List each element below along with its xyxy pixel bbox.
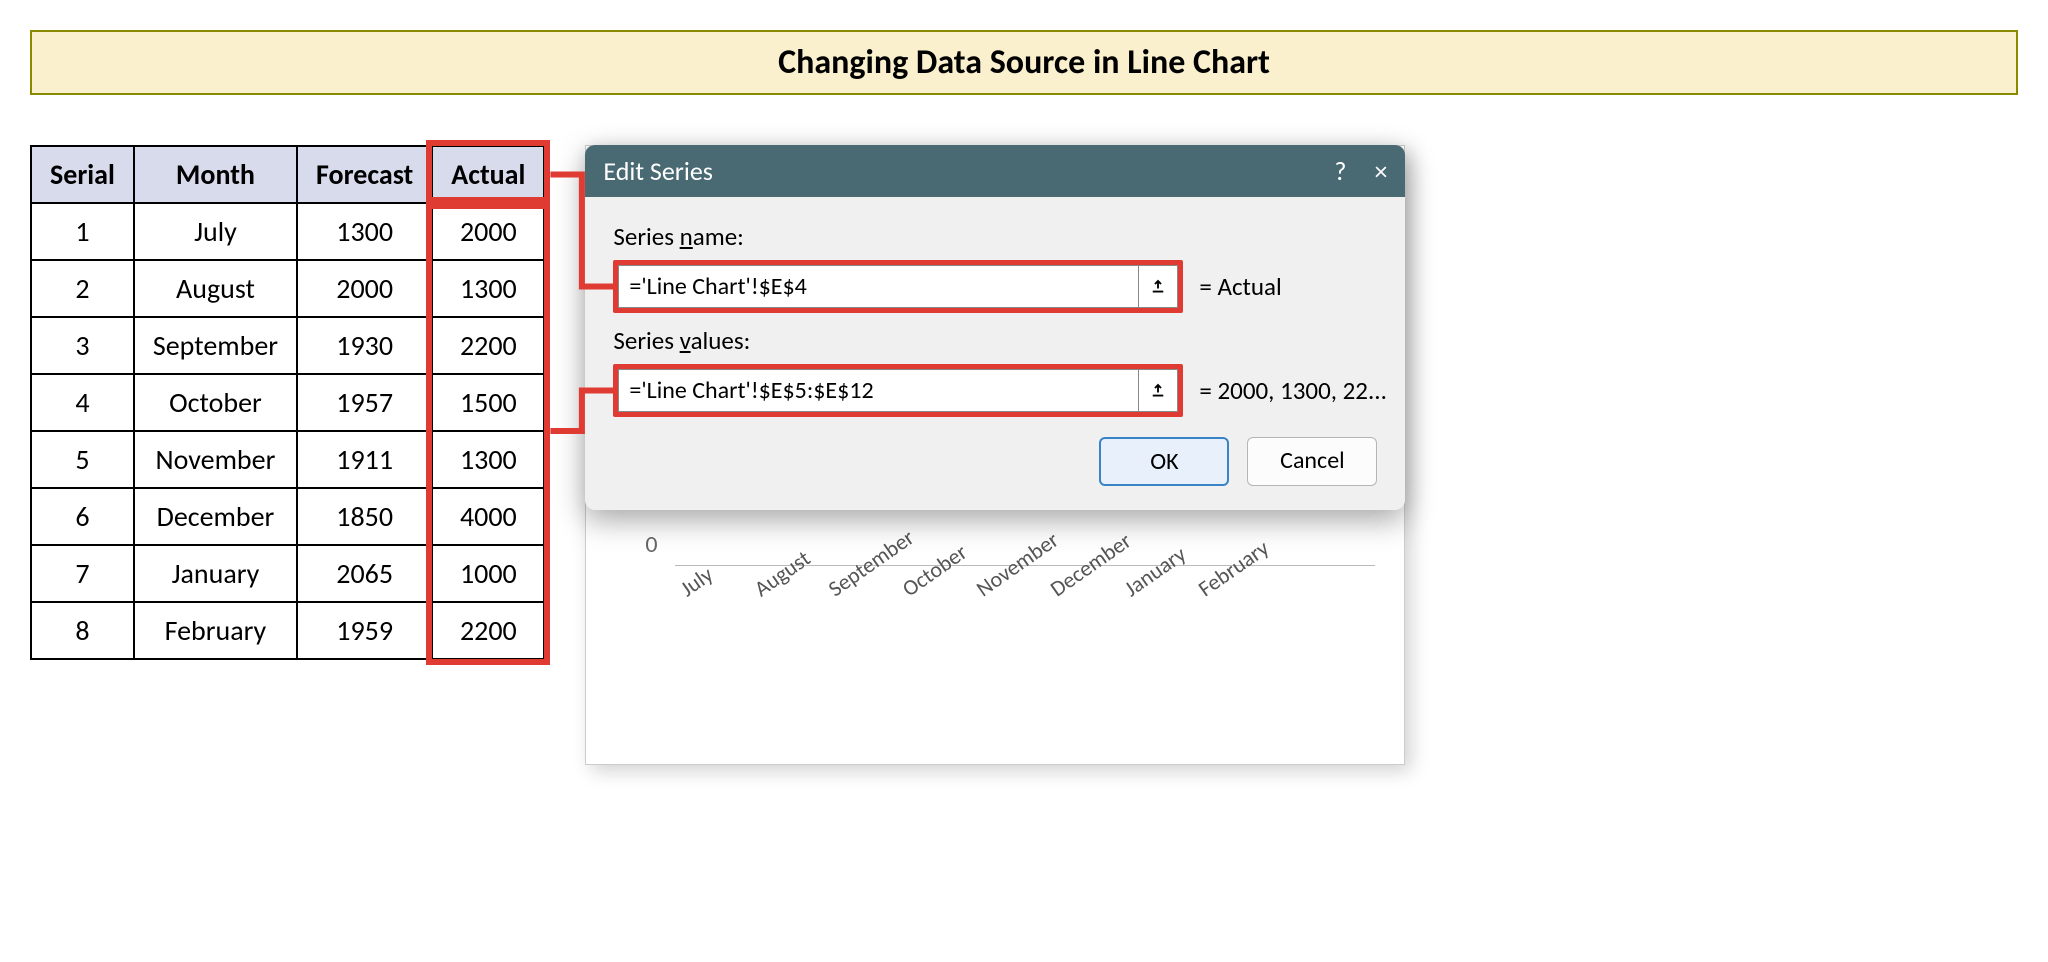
cell-serial[interactable]: 7 bbox=[31, 545, 134, 602]
table-row: 4October19571500 bbox=[31, 374, 544, 431]
cell-forecast[interactable]: 1911 bbox=[297, 431, 432, 488]
table-row: 2August20001300 bbox=[31, 260, 544, 317]
main-layout: Serial Month Forecast Actual 1July130020… bbox=[30, 145, 2018, 660]
cell-serial[interactable]: 3 bbox=[31, 317, 134, 374]
cell-month[interactable]: November bbox=[134, 431, 297, 488]
table-row: 6December18504000 bbox=[31, 488, 544, 545]
cell-actual[interactable]: 2200 bbox=[432, 317, 544, 374]
cell-month[interactable]: December bbox=[134, 488, 297, 545]
chart-x-axis: 0 JulyAugustSeptemberOctoberNovemberDece… bbox=[585, 510, 1405, 637]
dialog-titlebar[interactable]: Edit Series ? × bbox=[585, 145, 1405, 197]
cell-serial[interactable]: 5 bbox=[31, 431, 134, 488]
axis-category-labels: JulyAugustSeptemberOctoberNovemberDecemb… bbox=[675, 580, 1375, 607]
cell-forecast[interactable]: 1957 bbox=[297, 374, 432, 431]
cell-month[interactable]: January bbox=[134, 545, 297, 602]
series-name-input[interactable] bbox=[618, 265, 1138, 308]
cell-forecast[interactable]: 1850 bbox=[297, 488, 432, 545]
series-name-label: Series name: bbox=[613, 221, 1377, 252]
axis-label: December bbox=[1045, 552, 1100, 602]
cancel-button[interactable]: Cancel bbox=[1247, 437, 1377, 486]
cell-serial[interactable]: 4 bbox=[31, 374, 134, 431]
series-values-input[interactable] bbox=[618, 369, 1138, 412]
cell-forecast[interactable]: 1959 bbox=[297, 602, 432, 659]
dialog-body: Series name: = Actual Series values bbox=[585, 197, 1405, 510]
dialog-actions: OK Cancel bbox=[613, 437, 1377, 486]
series-values-label: Series values: bbox=[613, 325, 1377, 356]
ok-button[interactable]: OK bbox=[1099, 437, 1229, 486]
data-table-wrap: Serial Month Forecast Actual 1July130020… bbox=[30, 145, 545, 660]
cell-forecast[interactable]: 1930 bbox=[297, 317, 432, 374]
series-name-preview: = Actual bbox=[1199, 271, 1281, 302]
axis-label: January bbox=[1119, 552, 1174, 602]
table-row: 8February19592200 bbox=[31, 602, 544, 659]
range-picker-icon bbox=[1149, 382, 1167, 400]
table-header-row: Serial Month Forecast Actual bbox=[31, 146, 544, 203]
range-picker-icon bbox=[1149, 278, 1167, 296]
series-values-preview: = 2000, 1300, 22... bbox=[1199, 375, 1387, 406]
cell-forecast[interactable]: 2000 bbox=[297, 260, 432, 317]
cell-serial[interactable]: 1 bbox=[31, 203, 134, 260]
series-name-input-wrap bbox=[613, 260, 1183, 313]
cell-actual[interactable]: 2000 bbox=[432, 203, 544, 260]
table-row: 5November19111300 bbox=[31, 431, 544, 488]
cell-month[interactable]: February bbox=[134, 602, 297, 659]
col-actual: Actual bbox=[432, 146, 544, 203]
cell-forecast[interactable]: 2065 bbox=[297, 545, 432, 602]
series-values-row: = 2000, 1300, 22... bbox=[613, 364, 1377, 417]
axis-label: September bbox=[823, 552, 878, 602]
edit-series-dialog: Edit Series ? × Series name: bbox=[585, 145, 1405, 510]
collapse-dialog-button[interactable] bbox=[1138, 369, 1178, 412]
cell-actual[interactable]: 1300 bbox=[432, 260, 544, 317]
cell-month[interactable]: October bbox=[134, 374, 297, 431]
cell-forecast[interactable]: 1300 bbox=[297, 203, 432, 260]
dialog-title: Edit Series bbox=[603, 155, 713, 187]
cell-serial[interactable]: 6 bbox=[31, 488, 134, 545]
col-month: Month bbox=[134, 146, 297, 203]
cell-month[interactable]: September bbox=[134, 317, 297, 374]
table-row: 1July13002000 bbox=[31, 203, 544, 260]
data-table: Serial Month Forecast Actual 1July130020… bbox=[30, 145, 545, 660]
cell-actual[interactable]: 2200 bbox=[432, 602, 544, 659]
cell-serial[interactable]: 8 bbox=[31, 602, 134, 659]
cell-actual[interactable]: 1300 bbox=[432, 431, 544, 488]
table-row: 7January20651000 bbox=[31, 545, 544, 602]
series-name-row: = Actual bbox=[613, 260, 1377, 313]
col-forecast: Forecast bbox=[297, 146, 432, 203]
axis-label: August bbox=[749, 552, 804, 602]
cell-actual[interactable]: 1000 bbox=[432, 545, 544, 602]
page-title: Changing Data Source in Line Chart bbox=[30, 30, 2018, 95]
axis-label: October bbox=[897, 552, 952, 602]
axis-label: February bbox=[1193, 552, 1248, 602]
axis-label: November bbox=[971, 552, 1026, 602]
help-button[interactable]: ? bbox=[1334, 155, 1346, 187]
series-values-input-wrap bbox=[613, 364, 1183, 417]
cell-actual[interactable]: 4000 bbox=[432, 488, 544, 545]
cell-actual[interactable]: 1500 bbox=[432, 374, 544, 431]
close-button[interactable]: × bbox=[1374, 155, 1387, 187]
chart-and-dialog: Edit Series ? × Series name: bbox=[585, 145, 1405, 637]
cell-month[interactable]: July bbox=[134, 203, 297, 260]
col-serial: Serial bbox=[31, 146, 134, 203]
cell-serial[interactable]: 2 bbox=[31, 260, 134, 317]
collapse-dialog-button[interactable] bbox=[1138, 265, 1178, 308]
table-row: 3September19302200 bbox=[31, 317, 544, 374]
axis-label: July bbox=[675, 552, 730, 602]
cell-month[interactable]: August bbox=[134, 260, 297, 317]
